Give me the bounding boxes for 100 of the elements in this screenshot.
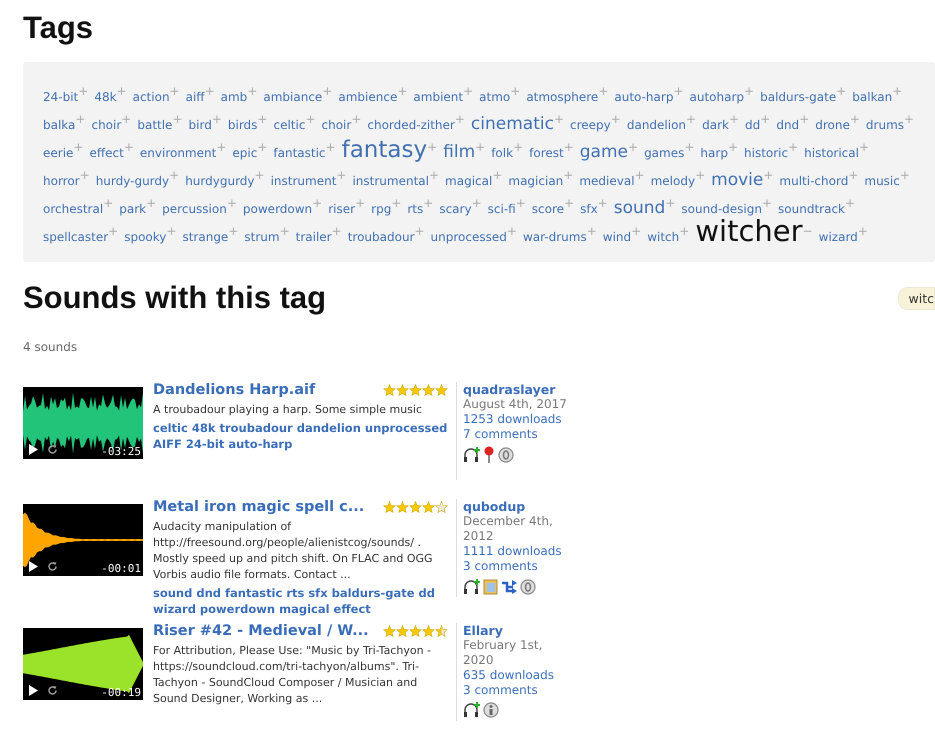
tag-link[interactable]: ambience	[338, 90, 398, 104]
tag-link[interactable]: melody	[650, 174, 696, 188]
comments-link[interactable]: 3 comments	[463, 559, 573, 574]
tag-link[interactable]: witch	[647, 230, 680, 244]
tag-link[interactable]: witcher	[695, 214, 803, 248]
tag-link[interactable]: historical	[804, 146, 859, 160]
tag-link[interactable]: battle	[137, 118, 172, 132]
tag-link[interactable]: dandelion	[626, 118, 686, 132]
waveform-player[interactable]: -00:01	[23, 504, 143, 576]
license-icon[interactable]	[520, 578, 536, 594]
tag-link[interactable]: choir	[91, 118, 122, 132]
tag-link[interactable]: magician	[508, 174, 564, 188]
downloads-link[interactable]: 635 downloads	[463, 668, 573, 683]
tag-link[interactable]: movie	[711, 170, 764, 190]
tag-link[interactable]: powerdown	[242, 202, 312, 216]
map-pin-icon[interactable]	[483, 446, 495, 463]
comments-link[interactable]: 7 comments	[463, 427, 573, 442]
tag-link[interactable]: film	[443, 142, 476, 162]
tag-link[interactable]: amb	[220, 90, 248, 104]
tag-link[interactable]: auto-harp	[614, 90, 674, 104]
tag-link[interactable]: hurdygurdy	[185, 174, 255, 188]
tag-link[interactable]: sound	[614, 198, 666, 218]
waveform-player[interactable]: -03:25	[23, 387, 143, 459]
tag-link[interactable]: ambient	[413, 90, 464, 104]
tag-link[interactable]: forest	[529, 146, 564, 160]
tag-link[interactable]: cinematic	[470, 114, 554, 134]
tag-link[interactable]: ambiance	[263, 90, 322, 104]
tag-link[interactable]: spellcaster	[43, 230, 108, 244]
tag-link[interactable]: sfx	[580, 202, 598, 216]
branching-arrows-icon[interactable]	[501, 578, 517, 594]
username-link[interactable]: qubodup	[463, 499, 573, 514]
play-icon[interactable]	[28, 561, 38, 572]
username-link[interactable]: quadraslayer	[463, 382, 573, 397]
tag-link[interactable]: wind	[602, 230, 632, 244]
waveform-player[interactable]: -00:19	[23, 628, 143, 700]
tag-link[interactable]: orchestral	[43, 202, 104, 216]
downloads-link[interactable]: 1253 downloads	[463, 412, 573, 427]
tag-link[interactable]: rpg	[371, 202, 392, 216]
tag-link[interactable]: drums	[866, 118, 904, 132]
tag-link[interactable]: bird	[188, 118, 212, 132]
tag-link[interactable]: atmo	[479, 90, 510, 104]
tag-link[interactable]: fantasy	[342, 137, 428, 163]
tag-link[interactable]: magical	[445, 174, 492, 188]
tag-link[interactable]: troubadour	[348, 230, 414, 244]
sound-title-link[interactable]: Dandelions Harp.aif	[153, 382, 316, 398]
headphones-icon[interactable]	[463, 446, 480, 462]
tag-link[interactable]: spooky	[124, 230, 166, 244]
tag-link[interactable]: drone	[815, 118, 850, 132]
tag-link[interactable]: strange	[182, 230, 228, 244]
comments-link[interactable]: 3 comments	[463, 683, 573, 698]
tag-link[interactable]: aiff	[186, 90, 205, 104]
play-icon[interactable]	[28, 685, 38, 696]
tag-link[interactable]: balkan	[852, 90, 892, 104]
tag-link[interactable]: hurdy-gurdy	[96, 174, 170, 188]
tag-link[interactable]: rts	[407, 202, 424, 216]
tag-link[interactable]: birds	[228, 118, 258, 132]
tag-link[interactable]: fantastic	[273, 146, 326, 160]
tag-link[interactable]: 48k	[94, 90, 117, 104]
tag-link[interactable]: music	[864, 174, 900, 188]
tag-link[interactable]: game	[580, 142, 628, 162]
tag-link[interactable]: score	[532, 202, 564, 216]
tag-link[interactable]: games	[644, 146, 684, 160]
tag-link[interactable]: historic	[744, 146, 788, 160]
tag-link[interactable]: sci-fi	[488, 202, 516, 216]
tag-link[interactable]: horror	[43, 174, 80, 188]
tag-link[interactable]: balka	[43, 118, 76, 132]
tag-link[interactable]: sound-design	[681, 202, 762, 216]
tag-link[interactable]: effect	[89, 146, 124, 160]
tag-link[interactable]: wizard	[818, 230, 858, 244]
play-icon[interactable]	[28, 444, 38, 455]
license-icon[interactable]	[498, 446, 514, 462]
tag-link[interactable]: eerie	[43, 146, 74, 160]
tag-link[interactable]: celtic	[273, 118, 306, 132]
attribution-icon[interactable]	[483, 702, 499, 718]
sound-tags-link[interactable]: celtic 48k troubadour dandelion unprocessed AIFF 24-bit auto-harp	[153, 420, 448, 452]
tag-link[interactable]: dnd	[776, 118, 800, 132]
tag-link[interactable]: war-drums	[522, 230, 587, 244]
tag-link[interactable]: autoharp	[690, 90, 744, 104]
headphones-icon[interactable]	[463, 578, 480, 594]
username-link[interactable]: Ellary	[463, 623, 573, 638]
tag-link[interactable]: scary	[439, 202, 472, 216]
tag-link[interactable]: instrument	[270, 174, 336, 188]
tag-link[interactable]: riser	[328, 202, 356, 216]
loop-icon[interactable]	[47, 444, 58, 455]
tag-link[interactable]: park	[119, 202, 146, 216]
tag-link[interactable]: epic	[232, 146, 258, 160]
tag-link[interactable]: multi-chord	[779, 174, 848, 188]
sound-tags-link[interactable]: sound dnd fantastic rts sfx baldurs-gate dd wizard powerdown magical effect	[153, 585, 448, 617]
tag-link[interactable]: trailer	[296, 230, 332, 244]
tag-link[interactable]: 24-bit	[43, 90, 78, 104]
tag-link[interactable]: action	[132, 90, 170, 104]
tag-link[interactable]: creepy	[570, 118, 611, 132]
tag-link[interactable]: choir	[322, 118, 352, 132]
filter-chip[interactable]: witc	[898, 286, 935, 310]
tag-link[interactable]: atmosphere	[526, 90, 598, 104]
tag-link[interactable]: environment	[140, 146, 216, 160]
tag-link[interactable]: folk	[491, 146, 514, 160]
tag-link[interactable]: dd	[745, 118, 760, 132]
headphones-icon[interactable]	[463, 702, 480, 718]
tag-link[interactable]: medieval	[579, 174, 635, 188]
